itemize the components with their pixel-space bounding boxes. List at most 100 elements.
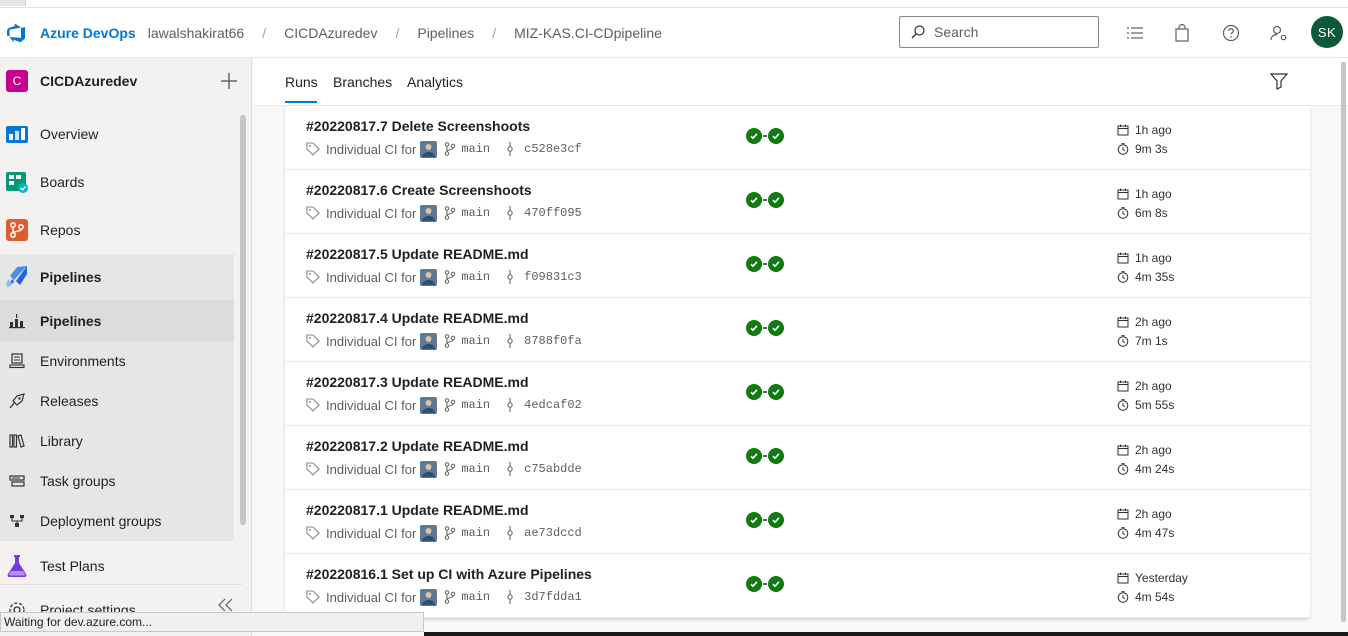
run-title[interactable]: #20220817.4 Update README.md bbox=[306, 310, 529, 326]
project-header[interactable]: C CICDAzuredev bbox=[0, 58, 251, 104]
run-commit[interactable]: c75abdde bbox=[524, 462, 582, 476]
run-trigger: Individual CI for bbox=[326, 269, 417, 285]
stage-success-icon[interactable] bbox=[768, 448, 784, 464]
commit-icon bbox=[505, 526, 515, 540]
help-icon[interactable] bbox=[1221, 23, 1241, 43]
stage-success-icon[interactable] bbox=[768, 576, 784, 592]
stage-success-icon[interactable] bbox=[746, 576, 762, 592]
stage-success-icon[interactable] bbox=[746, 320, 762, 336]
run-stages[interactable] bbox=[746, 320, 784, 336]
run-row[interactable]: #20220817.3 Update README.md Individual C… bbox=[285, 362, 1310, 426]
run-title[interactable]: #20220817.2 Update README.md bbox=[306, 438, 529, 454]
stage-success-icon[interactable] bbox=[746, 448, 762, 464]
user-avatar[interactable]: SK bbox=[1311, 16, 1343, 48]
run-row[interactable]: #20220817.5 Update README.md Individual C… bbox=[285, 234, 1310, 298]
run-stages[interactable] bbox=[746, 192, 784, 208]
run-stages[interactable] bbox=[746, 384, 784, 400]
commit-icon bbox=[505, 462, 515, 476]
sidebar-item-releases[interactable]: Releases bbox=[0, 381, 234, 421]
run-title[interactable]: #20220817.3 Update README.md bbox=[306, 374, 529, 390]
sidebar-scrollbar[interactable] bbox=[240, 115, 246, 525]
run-commit[interactable]: ae73dccd bbox=[524, 526, 582, 540]
tag-icon bbox=[306, 590, 320, 604]
sidebar-item-environments[interactable]: Environments bbox=[0, 341, 234, 381]
stage-success-icon[interactable] bbox=[768, 128, 784, 144]
run-stages[interactable] bbox=[746, 576, 784, 592]
sidebar-item-library[interactable]: Library bbox=[0, 421, 234, 461]
boards-icon bbox=[4, 169, 30, 195]
run-row[interactable]: #20220817.7 Delete Screenshoots Individua… bbox=[285, 106, 1310, 170]
stage-success-icon[interactable] bbox=[768, 384, 784, 400]
browser-tab[interactable] bbox=[0, 0, 26, 6]
run-title[interactable]: #20220817.5 Update README.md bbox=[306, 246, 529, 262]
stage-success-icon[interactable] bbox=[746, 192, 762, 208]
tab-branches[interactable]: Branches bbox=[333, 74, 392, 90]
sidebar-item-task-groups[interactable]: Task groups bbox=[0, 461, 234, 501]
main-scrollbar[interactable] bbox=[1341, 62, 1346, 622]
stage-success-icon[interactable] bbox=[746, 128, 762, 144]
stage-connector bbox=[763, 135, 767, 137]
run-stages[interactable] bbox=[746, 448, 784, 464]
run-title[interactable]: #20220816.1 Set up CI with Azure Pipelin… bbox=[306, 566, 592, 582]
sidebar-item-pipelines[interactable]: Pipelines bbox=[0, 254, 234, 300]
run-title[interactable]: #20220817.1 Update README.md bbox=[306, 502, 529, 518]
run-row[interactable]: #20220817.4 Update README.md Individual C… bbox=[285, 298, 1310, 362]
sidebar-item-overview[interactable]: Overview bbox=[0, 116, 234, 152]
run-stages[interactable] bbox=[746, 256, 784, 272]
run-row[interactable]: #20220817.1 Update README.md Individual C… bbox=[285, 490, 1310, 554]
stage-success-icon[interactable] bbox=[746, 512, 762, 528]
run-duration: 6m 8s bbox=[1135, 205, 1168, 220]
run-meta: Individual CI for main f09831c3 bbox=[306, 268, 582, 286]
run-stages[interactable] bbox=[746, 512, 784, 528]
azure-devops-logo-icon[interactable] bbox=[6, 22, 28, 44]
run-stages[interactable] bbox=[746, 128, 784, 144]
tab-runs[interactable]: Runs bbox=[285, 74, 318, 90]
stage-success-icon[interactable] bbox=[746, 256, 762, 272]
stage-success-icon[interactable] bbox=[768, 512, 784, 528]
sidebar-item-pipelines-sub[interactable]: Pipelines bbox=[0, 300, 234, 341]
stage-success-icon[interactable] bbox=[746, 384, 762, 400]
run-commit[interactable]: 8788f0fa bbox=[524, 334, 582, 348]
add-icon[interactable] bbox=[218, 70, 240, 92]
branch-icon bbox=[444, 590, 456, 604]
run-title[interactable]: #20220817.6 Create Screenshoots bbox=[306, 182, 532, 198]
tab-analytics[interactable]: Analytics bbox=[407, 74, 463, 90]
run-row[interactable]: #20220816.1 Set up CI with Azure Pipelin… bbox=[285, 554, 1310, 618]
run-commit[interactable]: 3d7fdda1 bbox=[524, 590, 582, 604]
run-started: 2h ago bbox=[1135, 314, 1172, 329]
stage-success-icon[interactable] bbox=[768, 256, 784, 272]
marketplace-bag-icon[interactable] bbox=[1172, 23, 1192, 43]
run-timing: Yesterday 4m 54s bbox=[1117, 568, 1188, 606]
breadcrumb-project[interactable]: CICDAzuredev bbox=[284, 25, 377, 41]
clock-icon bbox=[1117, 270, 1129, 283]
run-row[interactable]: #20220817.6 Create Screenshoots Individua… bbox=[285, 170, 1310, 234]
main-content: Runs Branches Analytics #20220817.7 Dele… bbox=[253, 58, 1348, 636]
stage-success-icon[interactable] bbox=[768, 320, 784, 336]
sidebar-item-test-plans[interactable]: Test Plans bbox=[0, 548, 234, 584]
breadcrumb-separator: / bbox=[492, 24, 497, 41]
sidebar-item-label: Overview bbox=[40, 126, 99, 142]
run-branch: main bbox=[461, 526, 491, 540]
run-commit[interactable]: 4edcaf02 bbox=[524, 398, 582, 412]
user-settings-icon[interactable] bbox=[1269, 23, 1289, 43]
breadcrumb-organization[interactable]: lawalshakirat66 bbox=[148, 25, 245, 41]
filter-icon[interactable] bbox=[1269, 72, 1289, 90]
project-name[interactable]: CICDAzuredev bbox=[40, 73, 137, 89]
sidebar-item-repos[interactable]: Repos bbox=[0, 212, 234, 248]
run-title[interactable]: #20220817.7 Delete Screenshoots bbox=[306, 118, 530, 134]
sidebar-item-boards[interactable]: Boards bbox=[0, 164, 234, 200]
main-scrollbar-thumb[interactable] bbox=[1341, 62, 1346, 622]
search-box[interactable] bbox=[899, 16, 1099, 48]
run-row[interactable]: #20220817.2 Update README.md Individual C… bbox=[285, 426, 1310, 490]
brand-link[interactable]: Azure DevOps bbox=[40, 25, 136, 41]
sidebar-item-deployment-groups[interactable]: Deployment groups bbox=[0, 501, 234, 541]
run-commit[interactable]: 470ff095 bbox=[524, 206, 582, 220]
breadcrumb-pipeline-name[interactable]: MIZ-KAS.CI-CDpipeline bbox=[514, 25, 662, 41]
stage-success-icon[interactable] bbox=[768, 192, 784, 208]
breadcrumb-pipelines[interactable]: Pipelines bbox=[417, 25, 474, 41]
task-list-icon[interactable] bbox=[1125, 23, 1145, 43]
run-meta: Individual CI for main ae73dccd bbox=[306, 524, 582, 542]
run-commit[interactable]: c528e3cf bbox=[524, 142, 582, 156]
run-commit[interactable]: f09831c3 bbox=[524, 270, 582, 284]
search-input[interactable] bbox=[934, 24, 1084, 40]
